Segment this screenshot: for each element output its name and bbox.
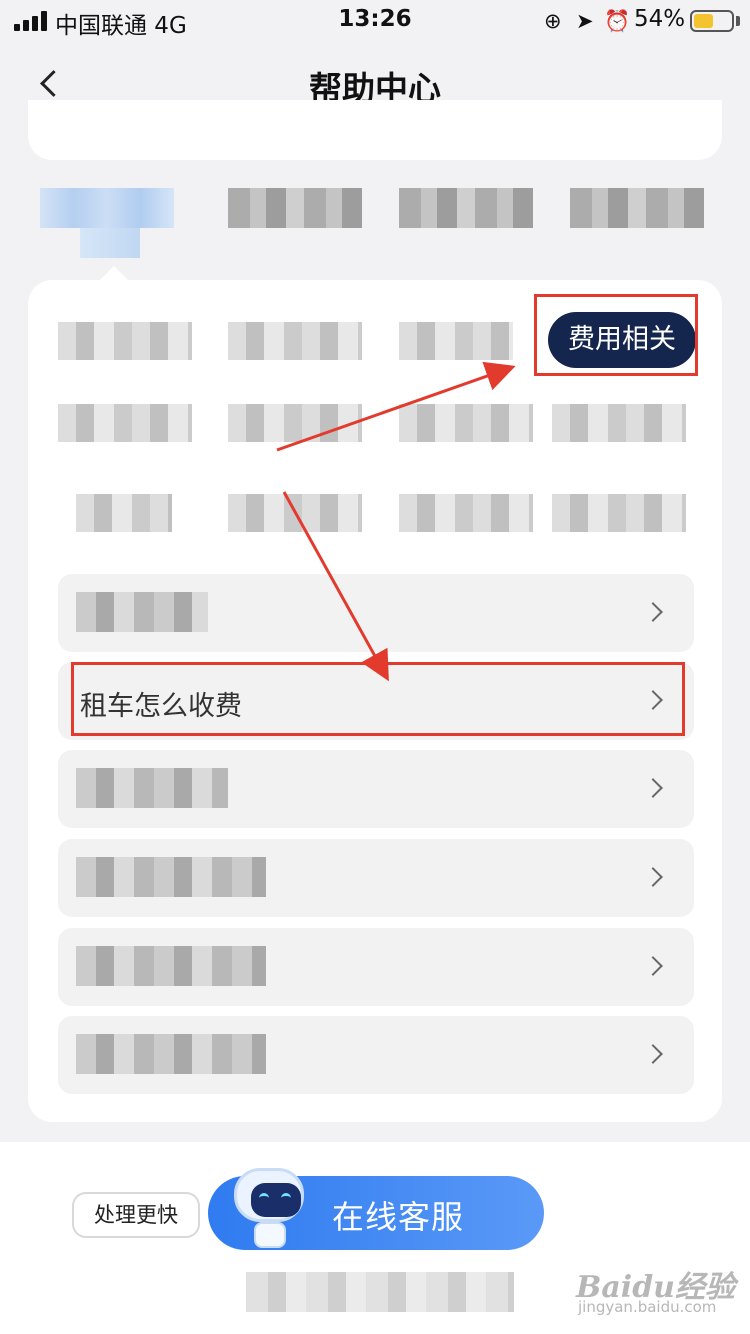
row-blur: [76, 857, 266, 897]
location-icon: ➤: [576, 9, 594, 33]
faq-row[interactable]: [58, 928, 694, 1006]
chip-blur: [228, 404, 362, 442]
chip-blur: [552, 404, 686, 442]
battery-fill: [694, 14, 713, 28]
chevron-right-icon: [643, 956, 663, 976]
chevron-right-icon: [643, 602, 663, 622]
tab-blur: [228, 188, 362, 228]
status-icons: ⊕ ➤ ⏰: [544, 8, 634, 34]
row-blur: [76, 592, 208, 632]
faster-badge: 处理更快: [72, 1192, 200, 1238]
row-blur: [76, 1034, 266, 1074]
subcategory-chip[interactable]: [552, 404, 686, 442]
chip-blur: [399, 494, 533, 532]
robot-head: [234, 1168, 304, 1222]
chip-blur: [399, 404, 533, 442]
tab-blur: [399, 188, 533, 228]
robot-mascot-icon: [230, 1166, 310, 1256]
tab-active-indicator: [80, 228, 140, 258]
chevron-right-icon: [643, 690, 663, 710]
chip-blur: [228, 494, 362, 532]
chip-blur: [76, 494, 172, 532]
robot-face: [251, 1183, 301, 1217]
chip-blur: [58, 404, 192, 442]
chip-blur: [58, 322, 192, 360]
status-bar: 中国联通 4G 13:26 ⊕ ➤ ⏰ 54%: [0, 0, 750, 42]
chevron-right-icon: [643, 867, 663, 887]
chip-blur: [228, 322, 362, 360]
subcategory-chip[interactable]: [58, 322, 192, 360]
online-service-label: 在线客服: [332, 1198, 465, 1236]
search-card: [28, 100, 722, 160]
rotation-lock-icon: ⊕: [544, 9, 562, 33]
subcategory-chip[interactable]: [228, 322, 362, 360]
faq-row[interactable]: [58, 574, 694, 652]
robot-body: [254, 1222, 286, 1248]
category-tab-1[interactable]: [40, 188, 174, 258]
tab-pointer: [100, 266, 128, 280]
faq-row[interactable]: [58, 1016, 694, 1094]
category-tab-3[interactable]: [399, 188, 533, 228]
tab-blur: [570, 188, 704, 228]
subcategory-chip[interactable]: [552, 494, 686, 532]
watermark: Baidu经验 jingyan.baidu.com: [576, 1262, 736, 1322]
subcategory-chip[interactable]: [228, 404, 362, 442]
category-tab-2[interactable]: [228, 188, 362, 228]
battery-icon: [690, 10, 734, 32]
subcategory-chip[interactable]: [399, 494, 533, 532]
chevron-right-icon: [643, 1044, 663, 1064]
subcategory-chip[interactable]: [76, 494, 172, 532]
battery-percent: 54%: [634, 6, 686, 32]
faq-row-label: 租车怎么收费: [80, 691, 242, 722]
chip-blur: [399, 322, 513, 360]
tab-blur: [40, 188, 174, 228]
faq-row-rental-fees[interactable]: 租车怎么收费: [58, 662, 694, 740]
row-blur: [76, 768, 228, 808]
footer-blur: [246, 1272, 514, 1312]
row-blur: [76, 946, 266, 986]
chip-blur: [552, 494, 686, 532]
faq-row[interactable]: [58, 839, 694, 917]
watermark-url: jingyan.baidu.com: [578, 1298, 717, 1316]
subcategory-chip[interactable]: [228, 494, 362, 532]
subcategory-chip[interactable]: [399, 404, 533, 442]
chevron-right-icon: [643, 778, 663, 798]
subcategory-chip[interactable]: [399, 322, 513, 360]
alarm-icon: ⏰: [604, 9, 631, 33]
category-tab-4[interactable]: [570, 188, 704, 228]
subcategory-chip-fees[interactable]: 费用相关: [548, 312, 696, 368]
robot-eye: [281, 1193, 291, 1201]
battery-tip: [736, 16, 740, 26]
faq-row[interactable]: [58, 750, 694, 828]
robot-eye: [259, 1193, 269, 1201]
subcategory-chip[interactable]: [58, 404, 192, 442]
